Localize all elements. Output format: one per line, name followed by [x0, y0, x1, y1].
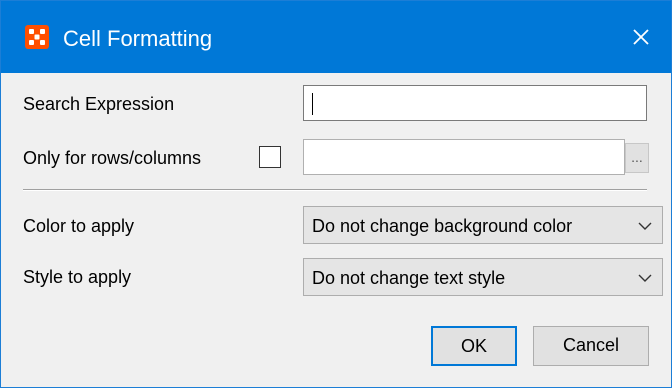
color-to-apply-value: Do not change background color	[312, 216, 573, 236]
style-to-apply-label: Style to apply	[23, 267, 132, 287]
window-title: Cell Formatting	[63, 26, 213, 51]
only-rows-columns-label: Only for rows/columns	[23, 148, 202, 168]
ok-button-label: OK	[460, 336, 487, 356]
style-to-apply-value: Do not change text style	[312, 268, 506, 288]
search-expression-label: Search Expression	[23, 94, 175, 114]
cell-formatting-dialog: Cell Formatting Search Expression Only f…	[0, 0, 672, 388]
search-expression-input[interactable]	[303, 85, 647, 121]
close-icon	[633, 29, 649, 45]
title-bar: Cell Formatting	[1, 1, 671, 73]
ok-button[interactable]: OK	[431, 326, 517, 366]
style-to-apply-dropdown[interactable]: Do not change text style	[303, 258, 663, 296]
browse-button[interactable]: ...	[625, 143, 649, 173]
cancel-button-label: Cancel	[562, 335, 620, 355]
color-to-apply-dropdown[interactable]: Do not change background color	[303, 206, 663, 244]
chevron-down-icon	[638, 274, 652, 282]
chevron-down-icon	[638, 222, 652, 230]
rows-columns-input[interactable]	[303, 139, 625, 175]
color-to-apply-label: Color to apply	[23, 216, 135, 236]
app-grid-icon	[25, 25, 49, 49]
separator	[23, 189, 647, 191]
close-button[interactable]	[611, 1, 671, 73]
text-caret	[312, 93, 313, 115]
only-rows-columns-checkbox[interactable]	[259, 146, 281, 168]
cancel-button[interactable]: Cancel	[533, 326, 649, 366]
